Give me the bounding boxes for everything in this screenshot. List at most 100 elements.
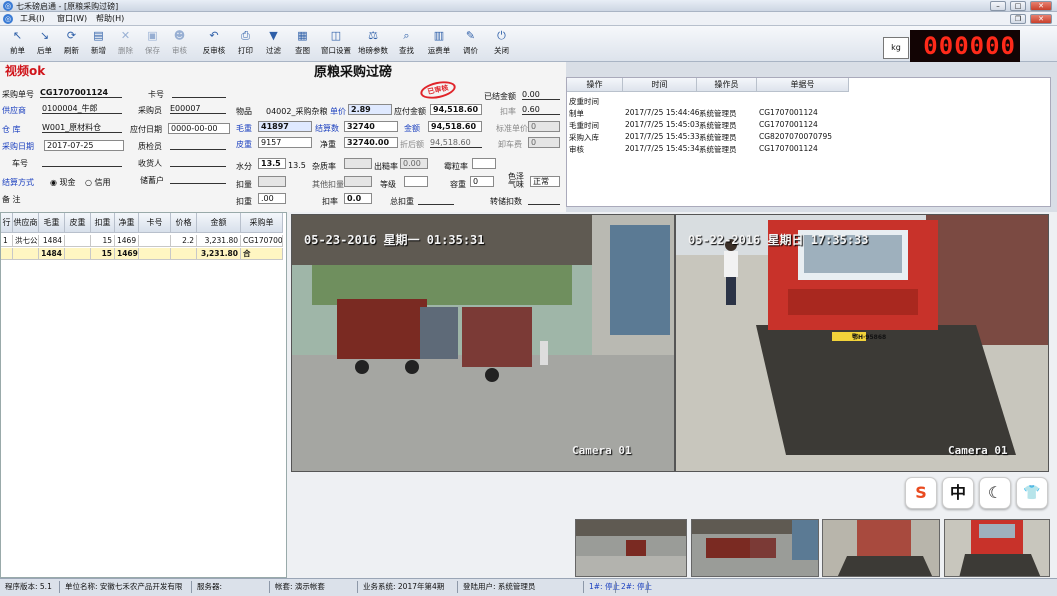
mdi-restore-button[interactable]: ❐ xyxy=(1010,14,1026,24)
remark-field[interactable] xyxy=(30,193,230,203)
maximize-button[interactable]: □ xyxy=(1010,1,1026,11)
toolbar-button-5[interactable]: ▣ 保存 xyxy=(139,29,166,59)
grid-header-4[interactable]: 扣重 xyxy=(91,213,115,233)
close-window-button[interactable]: ✕ xyxy=(1030,1,1052,11)
toolbar-button-1[interactable]: ↘ 后单 xyxy=(31,29,58,59)
rate-field[interactable]: 0.00 xyxy=(400,158,428,169)
std-price-field[interactable]: 0 xyxy=(528,121,560,132)
moisture-field[interactable]: 13.5 xyxy=(258,158,286,169)
mdi-close-button[interactable]: ✕ xyxy=(1030,14,1052,24)
settle-weight-field[interactable]: 32740 xyxy=(344,121,398,132)
payable-field[interactable]: 94,518.60 xyxy=(430,104,482,115)
grade-field[interactable] xyxy=(404,176,428,187)
grid-cell[interactable]: 2.2 xyxy=(171,235,197,247)
grid-header-3[interactable]: 皮重 xyxy=(65,213,91,233)
menu-help[interactable]: 帮助(H) xyxy=(96,13,124,24)
deduct3-field[interactable]: 0.0 xyxy=(344,193,372,204)
toolbar-button-6[interactable]: ☻ 审核 xyxy=(166,29,193,59)
settle-cash-radio[interactable]: ◉ 现金 xyxy=(50,177,76,188)
deduct-rate-field[interactable]: 0.60 xyxy=(522,105,560,115)
discount-field[interactable]: 94,518.60 xyxy=(430,138,482,148)
sogou-icon[interactable]: S xyxy=(905,477,937,509)
plump-field[interactable] xyxy=(472,158,496,169)
toolbar-button-2[interactable]: ⟳ 刷新 xyxy=(58,29,85,59)
snapshot-thumb-3[interactable] xyxy=(822,519,940,577)
minimize-button[interactable]: – xyxy=(990,1,1006,11)
grid-header-2[interactable]: 毛重 xyxy=(39,213,65,233)
total-deduct-field[interactable] xyxy=(418,195,454,205)
log-header-1[interactable]: 时间 xyxy=(623,78,697,92)
grid-cell[interactable] xyxy=(139,235,171,247)
shirt-icon[interactable]: 👕 xyxy=(1016,477,1048,509)
warehouse-field[interactable]: W001_原材料仓 xyxy=(42,123,122,133)
pay-date-field[interactable]: 0000-00-00 xyxy=(168,123,230,134)
supplier-field[interactable]: 0100004_牛郎 xyxy=(42,104,122,114)
toolbar-button-8[interactable]: ⎙ 打印 xyxy=(232,29,259,59)
grid-header-8[interactable]: 金额 xyxy=(197,213,241,233)
goods-field[interactable]: 04002_采购杂粮 xyxy=(266,106,327,117)
grid-cell[interactable]: 3,231.80 xyxy=(197,235,241,247)
purchase-date-field[interactable]: 2017-07-25 xyxy=(44,140,124,151)
grid-header-5[interactable]: 净重 xyxy=(115,213,139,233)
convert-field[interactable] xyxy=(528,195,560,205)
toolbar-button-13[interactable]: ⌕ 查找 xyxy=(393,29,420,59)
menu-window[interactable]: 窗口(W) xyxy=(57,13,87,24)
menu-tools[interactable]: 工具(I) xyxy=(20,13,45,24)
grid-header-0[interactable]: 行 xyxy=(1,213,13,233)
log-header-2[interactable]: 操作员 xyxy=(697,78,757,92)
toolbar-button-4[interactable]: ✕ 删除 xyxy=(112,29,139,59)
amount-field[interactable]: 94,518.60 xyxy=(428,121,482,132)
freight-field[interactable]: 0 xyxy=(528,137,560,148)
grid-cell[interactable]: CG1707001 xyxy=(241,235,283,247)
bank-field[interactable] xyxy=(170,174,226,184)
toolbar-button-10[interactable]: ▦ 查图 xyxy=(289,29,316,59)
toolbar-button-3[interactable]: ▤ 新增 xyxy=(85,29,112,59)
grid-cell[interactable]: 1469 xyxy=(115,235,139,247)
paid-field[interactable]: 0.00 xyxy=(522,90,560,100)
tare-field[interactable]: 9157 xyxy=(258,137,312,148)
grid-cell[interactable]: 1 xyxy=(1,235,13,247)
snapshot-thumb-4[interactable] xyxy=(944,519,1050,577)
deduct2-field[interactable]: .00 xyxy=(258,193,286,204)
grid-cell[interactable]: 15 xyxy=(91,235,115,247)
price-field[interactable]: 2.89 xyxy=(348,104,392,115)
toolbar-button-9[interactable]: ▼ 过滤 xyxy=(260,29,287,59)
snapshot-thumb-2[interactable] xyxy=(691,519,819,577)
buyer-field[interactable]: E00007 xyxy=(170,104,226,114)
toolbar-button-7[interactable]: ↶ 反审核 xyxy=(197,29,231,59)
toolbar-button-14[interactable]: ▥ 运费单 xyxy=(423,29,455,59)
camera-view-2[interactable]: 05-22-2016 星期日 17:35:33 鄂H·95868 Camera … xyxy=(675,214,1049,472)
toolbar-button-11[interactable]: ◫ 窗口设置 xyxy=(318,29,354,59)
receiver-field[interactable] xyxy=(170,157,226,167)
grid-header-7[interactable]: 价格 xyxy=(171,213,197,233)
app-menu-icon[interactable]: ◎ xyxy=(3,14,13,24)
grid-header-9[interactable]: 采购单 xyxy=(241,213,283,233)
net-field[interactable]: 32740.00 xyxy=(344,137,398,148)
impurity-field[interactable] xyxy=(344,158,372,169)
log-header-3[interactable]: 单据号 xyxy=(757,78,849,92)
moon-icon[interactable]: ☾ xyxy=(979,477,1011,509)
snapshot-thumb-1[interactable] xyxy=(575,519,687,577)
car-no-field[interactable] xyxy=(42,157,122,167)
camera-view-1[interactable]: 05-23-2016 星期一 01:35:31 Camera 01 xyxy=(291,214,675,472)
order-no-field[interactable]: CG1707001124 xyxy=(40,88,122,98)
log-header-0[interactable]: 操作 xyxy=(567,78,623,92)
color-field[interactable]: 正常 xyxy=(530,176,560,187)
gross-field[interactable]: 41897 xyxy=(258,121,312,132)
toolbar-button-12[interactable]: ⚖ 地磅参数 xyxy=(355,29,391,59)
card-no-field[interactable] xyxy=(172,88,226,98)
settle-credit-radio[interactable]: ○ 信用 xyxy=(85,177,111,188)
grid-header-1[interactable]: 供应商 xyxy=(13,213,39,233)
chinese-mode-button[interactable]: 中 xyxy=(942,477,974,509)
grid-cell[interactable]: 洪七公 xyxy=(13,235,39,247)
grid-cell[interactable]: 1484 xyxy=(39,235,65,247)
deduct-weight-field[interactable] xyxy=(258,176,286,187)
toolbar-button-0[interactable]: ↖ 前单 xyxy=(4,29,31,59)
toolbar-button-15[interactable]: ✎ 调价 xyxy=(457,29,484,59)
toolbar-button-16[interactable]: ⏻ 关闭 xyxy=(488,29,515,59)
inspector-field[interactable] xyxy=(170,140,226,150)
capacity-field[interactable]: 0 xyxy=(470,176,494,187)
other-deduct-field[interactable] xyxy=(344,176,372,187)
grid-header-6[interactable]: 卡号 xyxy=(139,213,171,233)
grid-cell[interactable] xyxy=(65,235,91,247)
